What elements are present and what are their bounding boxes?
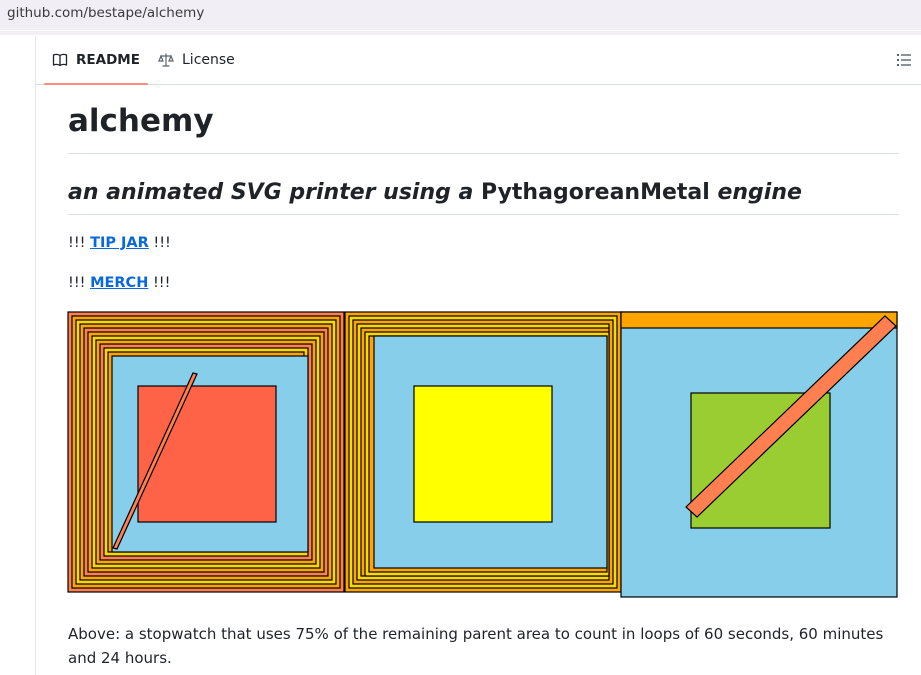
subtitle-part-2: PythagoreanMetal [481,180,710,205]
tab-readme-label: README [76,52,140,68]
url-text[interactable]: github.com/bestape/alchemy [7,5,204,21]
stopwatch-image [67,311,898,598]
subtitle-part-3: engine [709,180,802,205]
book-icon [52,53,68,67]
title-divider [68,153,899,154]
tab-license[interactable]: License [156,36,237,84]
tip-jar-link[interactable]: TIP JAR [90,235,149,251]
tab-readme[interactable]: README [44,36,148,85]
tip-prefix: !!! [68,235,91,251]
readme-caption: Above: a stopwatch that uses 75% of the … [68,625,884,667]
address-bar[interactable]: github.com/bestape/alchemy [0,0,921,30]
merch-line: !!! MERCH !!! [68,275,170,291]
address-bar-divider [0,31,921,35]
readme-subtitle: an animated SVG printer using a Pythagor… [68,180,802,205]
tab-license-label: License [182,52,235,68]
readme-title: alchemy [68,103,214,139]
subtitle-divider [68,214,899,215]
merch-link[interactable]: MERCH [90,275,148,291]
stopwatch-panel-minutes [344,311,622,593]
left-gutter-rule [35,36,36,675]
readme-tabs: README License [36,36,921,85]
tip-suffix: !!! [148,235,171,251]
merch-prefix: !!! [68,275,91,291]
merch-suffix: !!! [148,275,171,291]
stopwatch-panel-hours [67,311,345,593]
tip-jar-line: !!! TIP JAR !!! [68,235,171,251]
list-unordered-icon[interactable] [895,50,915,70]
law-scale-icon [158,53,174,67]
stopwatch-panel-seconds [620,311,898,598]
subtitle-part-1: an animated SVG printer using a [68,180,482,205]
